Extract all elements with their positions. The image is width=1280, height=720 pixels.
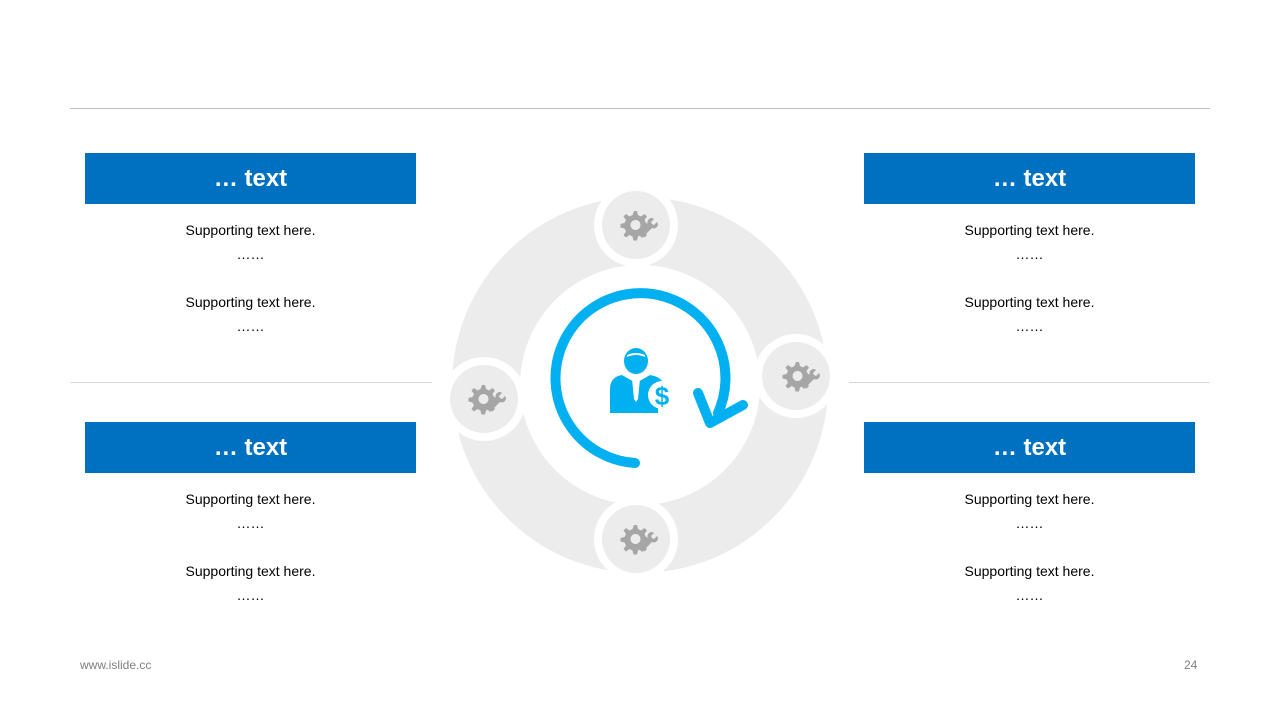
box-body: Supporting text here. …… Supporting text… bbox=[864, 218, 1195, 338]
ellipsis-text: …… bbox=[236, 318, 265, 334]
ellipsis-text: …… bbox=[1015, 515, 1044, 531]
supporting-text: Supporting text here. bbox=[185, 563, 316, 579]
supporting-text: Supporting text here. bbox=[964, 294, 1095, 310]
supporting-text: Supporting text here. bbox=[964, 222, 1095, 238]
left-mid-divider bbox=[70, 382, 432, 383]
ellipsis-text: …… bbox=[236, 515, 265, 531]
ellipsis-text: …… bbox=[236, 246, 265, 262]
supporting-text: Supporting text here. bbox=[964, 491, 1095, 507]
supporting-text: Supporting text here. bbox=[964, 563, 1095, 579]
cycle-diagram: $ bbox=[442, 185, 838, 581]
top-divider bbox=[70, 108, 1210, 109]
node-top bbox=[602, 191, 670, 259]
supporting-text: Supporting text here. bbox=[185, 222, 316, 238]
box-title: … text bbox=[864, 153, 1195, 204]
text-box-top-left: … text Supporting text here. …… Supporti… bbox=[85, 153, 416, 338]
box-body: Supporting text here. …… Supporting text… bbox=[864, 487, 1195, 607]
text-box-bottom-right: … text Supporting text here. …… Supporti… bbox=[864, 422, 1195, 607]
ellipsis-text: …… bbox=[1015, 587, 1044, 603]
box-body: Supporting text here. …… Supporting text… bbox=[85, 487, 416, 607]
text-box-top-right: … text Supporting text here. …… Supporti… bbox=[864, 153, 1195, 338]
ellipsis-text: …… bbox=[1015, 246, 1044, 262]
text-box-bottom-left: … text Supporting text here. …… Supporti… bbox=[85, 422, 416, 607]
box-title: … text bbox=[864, 422, 1195, 473]
box-body: Supporting text here. …… Supporting text… bbox=[85, 218, 416, 338]
box-title: … text bbox=[85, 153, 416, 204]
ellipsis-text: …… bbox=[236, 587, 265, 603]
supporting-text: Supporting text here. bbox=[185, 294, 316, 310]
box-title: … text bbox=[85, 422, 416, 473]
right-mid-divider bbox=[849, 382, 1210, 383]
ellipsis-text: …… bbox=[1015, 318, 1044, 334]
page-number: 24 bbox=[1184, 658, 1198, 672]
node-right bbox=[762, 342, 830, 410]
node-left bbox=[450, 365, 518, 433]
supporting-text: Supporting text here. bbox=[185, 491, 316, 507]
node-bottom bbox=[602, 505, 670, 573]
footer-website: www.islide.cc bbox=[80, 658, 152, 672]
svg-text:$: $ bbox=[655, 381, 670, 411]
